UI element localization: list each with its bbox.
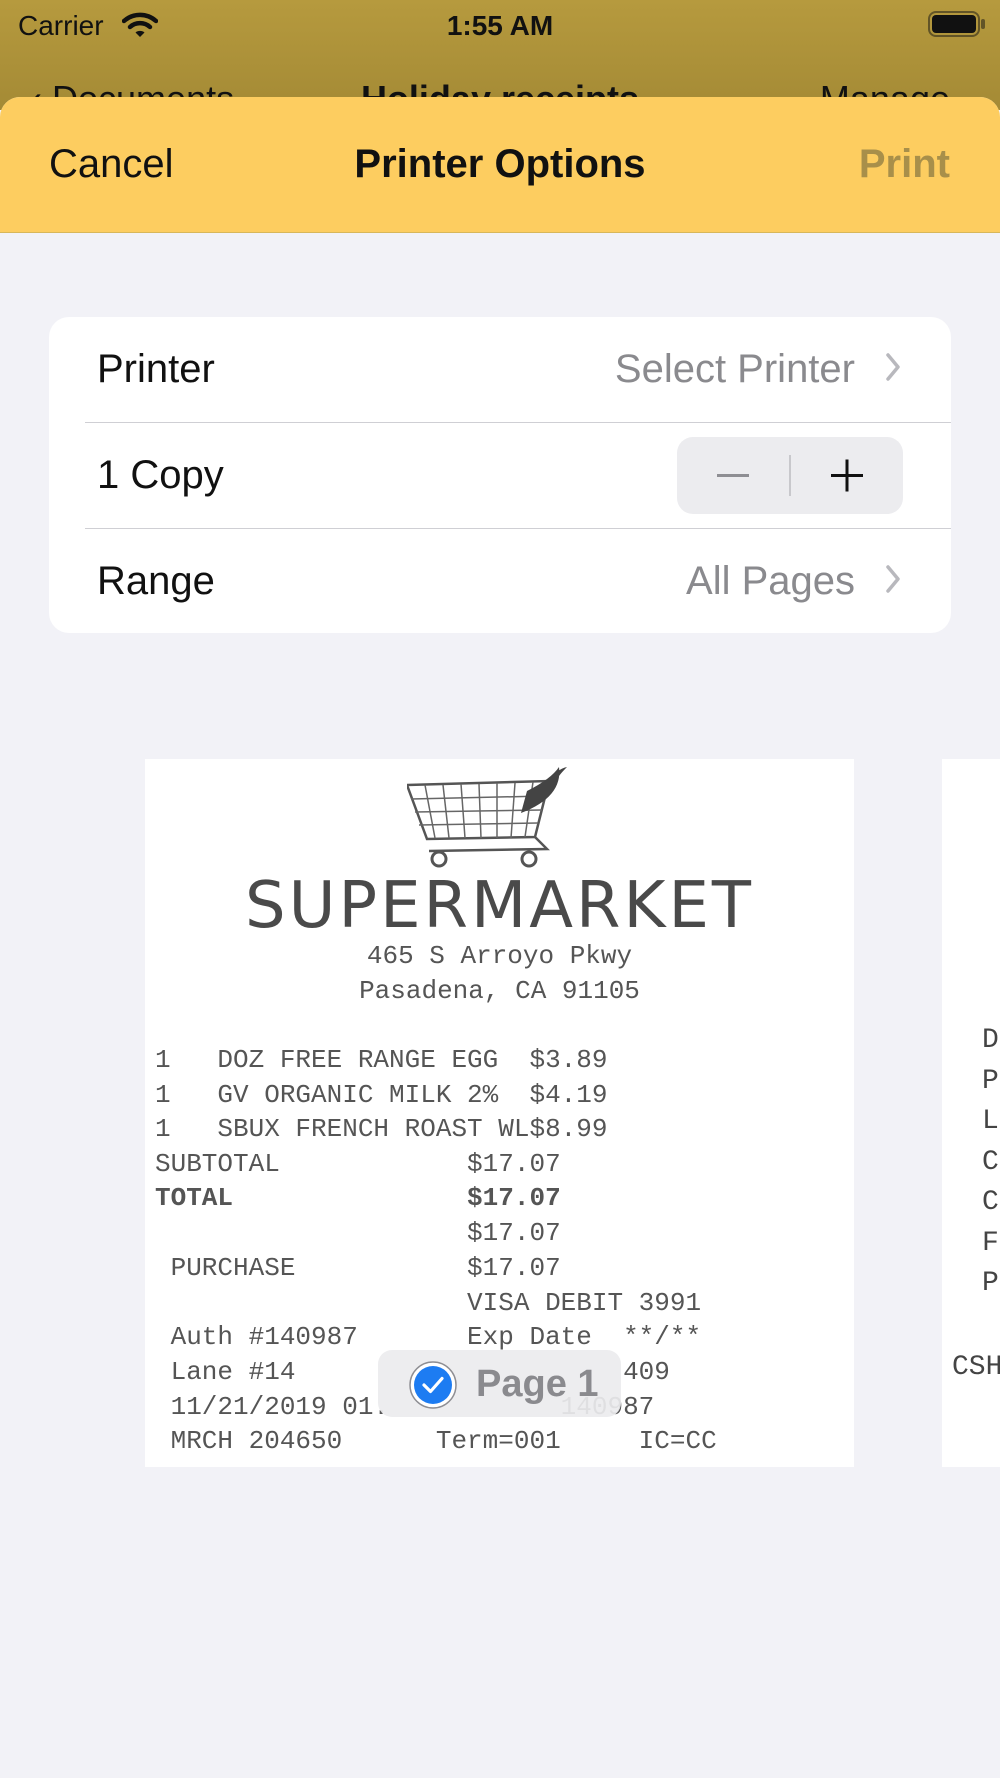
range-value: All Pages [686, 559, 855, 603]
receipt-line: TOTAL $17.07 [155, 1183, 561, 1213]
page2-line: C [982, 1146, 999, 1178]
copies-stepper [677, 437, 903, 514]
copies-label: 1 Copy [97, 453, 224, 497]
chevron-right-icon [885, 352, 901, 387]
increment-button[interactable] [791, 437, 903, 514]
status-bar: Carrier 1:55 AM ‹ Documents Holiday rece… [0, 0, 1000, 110]
page2-line: P [982, 1268, 999, 1299]
receipt-line: VISA DEBIT 3991 [155, 1288, 702, 1318]
page-label: Page 1 [476, 1363, 599, 1405]
page2-csh: CSH [952, 1352, 1000, 1383]
store-name: SUPERMARKET [245, 869, 754, 943]
receipt-line: MRCH 204650 Term=001 IC=CC [155, 1426, 717, 1456]
receipt-line: 1 DOZ FREE RANGE EGG $3.89 [155, 1045, 608, 1075]
copies-row: 1 Copy [49, 423, 951, 529]
receipt-line: $17.07 [155, 1218, 561, 1248]
page2-line: F [982, 1227, 999, 1259]
receipt-line: 1 GV ORGANIC MILK 2% $4.19 [155, 1080, 608, 1110]
decrement-button[interactable] [677, 437, 789, 514]
page2-line: L [982, 1106, 999, 1137]
status-time: 1:55 AM [446, 10, 554, 41]
page-badge[interactable]: Page 1 [378, 1350, 621, 1417]
plus-icon [831, 459, 863, 492]
print-button[interactable]: Print [859, 142, 950, 187]
printer-row[interactable]: Printer Select Printer [49, 317, 951, 423]
shopping-cart-icon [405, 765, 567, 875]
store-address-line1: 465 S Arroyo Pkwy [366, 941, 633, 971]
store-address-line2: Pasadena, CA 91105 [359, 976, 640, 1006]
receipt-line: 1 SBUX FRENCH ROAST WL$8.99 [155, 1114, 608, 1144]
minus-icon [717, 474, 749, 477]
range-row[interactable]: Range All Pages [49, 529, 951, 635]
receipt-line: Auth #140987 Exp Date **/** [155, 1322, 702, 1352]
range-label: Range [97, 559, 215, 603]
page2-text: D P L C C F P [982, 1021, 999, 1305]
receipt-line: PURCHASE $17.07 [155, 1253, 561, 1283]
printer-value: Select Printer [614, 347, 855, 391]
page2-line: D [982, 1025, 999, 1056]
page-preview-2[interactable]: D P L C C F P CSH [942, 759, 1000, 1467]
sheet-header: Cancel Printer Options Print [0, 97, 1000, 233]
page2-line: C [982, 1187, 999, 1218]
receipt-line: SUBTOTAL $17.07 [155, 1149, 561, 1179]
sheet-title: Printer Options [354, 142, 646, 186]
options-card: Printer Select Printer 1 Copy Range All … [49, 317, 951, 633]
checkmark-circle-icon [408, 1360, 458, 1415]
page2-line: P [982, 1065, 999, 1097]
chevron-right-icon [885, 564, 901, 599]
battery-icon [928, 11, 986, 42]
printer-label: Printer [97, 347, 215, 391]
